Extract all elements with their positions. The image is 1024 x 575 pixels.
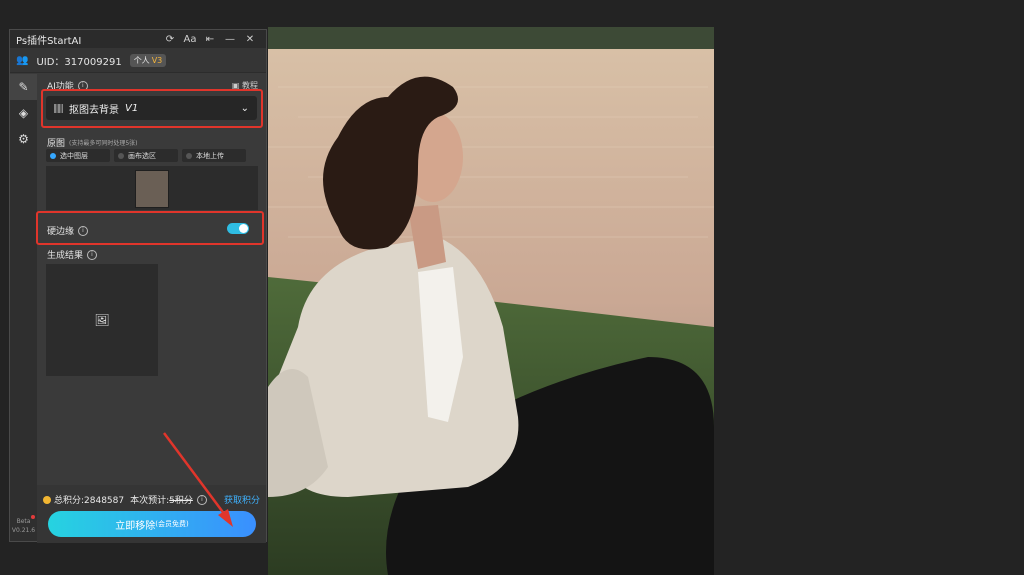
estimate-value: 5积分 xyxy=(169,496,193,506)
font-size-icon[interactable]: Aa xyxy=(180,34,200,45)
highlight-box-toggle xyxy=(36,211,264,245)
result-label-text: 生成结果 xyxy=(47,251,84,261)
option-label: 画布选区 xyxy=(128,151,156,160)
close-icon[interactable]: ✕ xyxy=(240,34,260,45)
layers-icon[interactable]: ◈ xyxy=(10,100,37,126)
users-icon: 👥 xyxy=(16,54,29,66)
panel-content: AI功能 i ▣ 教程 抠图去背景 V1 ⌄ 原图 (支持最多可同时处理5张) 选… xyxy=(36,74,266,543)
pin-icon[interactable]: ⇤ xyxy=(200,34,220,45)
version-number: V0.21.6 xyxy=(11,527,36,534)
version-info: Beta V0.21.6 xyxy=(10,515,37,535)
total-points: 总积分:2848587 xyxy=(54,496,125,506)
gear-icon[interactable]: ⚙ xyxy=(10,126,37,152)
source-label: 原图 (支持最多可同时处理5张) xyxy=(47,136,138,149)
source-preview xyxy=(46,166,258,210)
panel-title: Ps插件StartAI xyxy=(16,35,82,47)
source-note: (支持最多可同时处理5张) xyxy=(69,140,138,147)
panel-footer: 总积分:2848587 本次预计: 5积分 i 获取积分 立即移除 (会员免费) xyxy=(37,485,266,543)
source-options: 选中图层 画布选区 本地上传 xyxy=(46,149,246,162)
estimate-prefix: 本次预计: xyxy=(130,496,170,506)
panel-titlebar[interactable]: Ps插件StartAI ⟳ Aa ⇤ — ✕ xyxy=(10,30,266,48)
info-icon[interactable]: i xyxy=(87,249,98,260)
plugin-panel: Ps插件StartAI ⟳ Aa ⇤ — ✕ 👥 UID：317009291 个… xyxy=(9,29,267,543)
get-points-link[interactable]: 获取积分 xyxy=(224,493,260,506)
user-bar: 👥 UID：317009291 个人 V3 xyxy=(10,48,266,73)
highlight-box-dropdown xyxy=(41,89,263,128)
source-option-upload[interactable]: 本地上传 xyxy=(182,149,246,162)
option-label: 本地上传 xyxy=(196,151,224,160)
option-label: 选中图层 xyxy=(60,151,88,160)
minimize-icon[interactable]: — xyxy=(220,34,240,45)
action-button-label: 立即移除 xyxy=(115,520,156,532)
info-icon[interactable]: i xyxy=(196,494,207,505)
vip-level: V3 xyxy=(151,55,163,65)
image-placeholder-icon: 🖼 xyxy=(94,313,110,327)
source-option-layer[interactable]: 选中图层 xyxy=(46,149,110,162)
panel-sidebar: ✎ ◈ ⚙ Beta V0.21.6 xyxy=(10,74,37,541)
document-canvas[interactable] xyxy=(268,27,714,575)
account-badge[interactable]: 个人 V3 xyxy=(129,53,167,67)
account-type: 个人 xyxy=(133,55,150,65)
action-button-note: (会员免费) xyxy=(155,520,189,528)
photo-woman-by-lake xyxy=(268,27,714,575)
update-dot xyxy=(31,515,35,519)
brush-icon[interactable]: ✎ xyxy=(10,74,37,100)
remove-now-button[interactable]: 立即移除 (会员免费) xyxy=(48,511,256,537)
radio-icon xyxy=(186,152,192,159)
uid-text: UID：317009291 xyxy=(36,56,122,68)
refresh-icon[interactable]: ⟳ xyxy=(160,34,180,45)
points-info: 总积分:2848587 本次预计: 5积分 i xyxy=(43,493,207,506)
result-preview: 🖼 xyxy=(46,264,158,376)
result-label: 生成结果 i xyxy=(47,248,98,261)
radio-icon xyxy=(118,152,124,159)
radio-checked-icon xyxy=(50,152,56,159)
coin-icon xyxy=(43,495,51,504)
source-option-selection[interactable]: 画布选区 xyxy=(114,149,178,162)
source-thumbnail[interactable] xyxy=(135,170,169,208)
source-label-text: 原图 xyxy=(47,139,66,149)
